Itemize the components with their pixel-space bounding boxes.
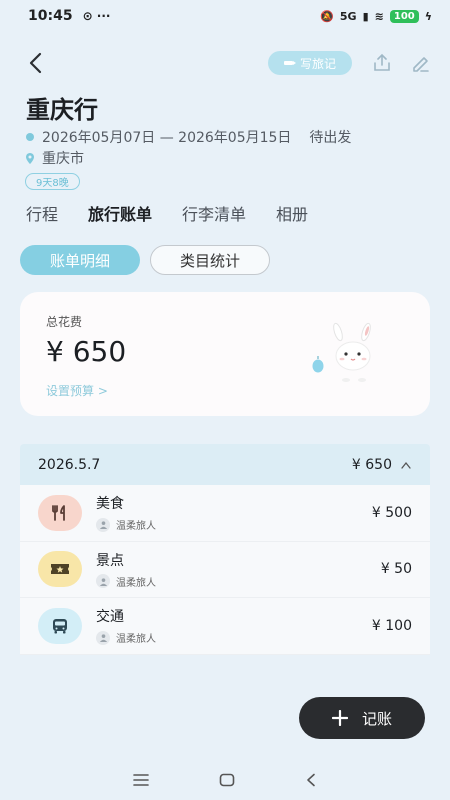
top-bar: 写旅记 xyxy=(0,45,450,81)
bill-entry[interactable]: 美食 温柔旅人 ¥ 500 xyxy=(20,485,430,542)
day-header[interactable]: 2026.5.7 ¥ 650 xyxy=(20,444,430,485)
edit-button[interactable] xyxy=(409,52,431,74)
back-button[interactable] xyxy=(22,49,50,77)
entry-category: 美食 xyxy=(96,496,124,513)
charging-icon: ϟ xyxy=(424,9,432,23)
trip-city-row: 重庆市 xyxy=(26,148,84,168)
tab-bill[interactable]: 旅行账单 xyxy=(88,201,152,225)
set-budget-link[interactable]: 设置预算 > xyxy=(46,382,108,399)
day-date: 2026.5.7 xyxy=(38,456,101,473)
bill-entry[interactable]: 景点 温柔旅人 ¥ 50 xyxy=(20,541,430,598)
add-bill-label: 记账 xyxy=(361,709,392,728)
tab-album[interactable]: 相册 xyxy=(276,201,308,225)
wifi-icon: ≋ xyxy=(374,9,384,23)
entry-category: 景点 xyxy=(96,552,124,569)
user-avatar-icon xyxy=(96,574,110,589)
pencil-icon xyxy=(283,61,296,65)
menu-icon[interactable] xyxy=(133,773,149,787)
date-dot-icon xyxy=(26,133,34,141)
status-bar: 10:45 ⊙ ··· 🔕 5G ▮ ≋ 100 ϟ xyxy=(0,0,450,32)
entry-user-row: 温柔旅人 xyxy=(96,517,156,532)
entry-user-row: 温柔旅人 xyxy=(96,574,156,589)
ticket-icon xyxy=(38,551,82,588)
plus-icon xyxy=(331,710,348,726)
system-nav-bar xyxy=(0,760,450,800)
network-label: 5G xyxy=(339,9,357,23)
share-button[interactable] xyxy=(371,52,393,74)
share-icon xyxy=(374,53,390,71)
entry-category: 交通 xyxy=(96,609,124,626)
add-bill-button[interactable]: 记账 xyxy=(299,697,425,739)
entry-amount: ¥ 50 xyxy=(380,561,412,578)
chevron-left-icon xyxy=(29,52,42,74)
subtab-category-stats[interactable]: 类目统计 xyxy=(150,245,270,275)
trip-status: 待出发 xyxy=(309,130,352,146)
status-time: 10:45 xyxy=(28,8,73,24)
trip-title: 重庆行 xyxy=(26,96,98,124)
trip-tabs: 行程 旅行账单 行李清单 相册 xyxy=(26,201,308,225)
entry-amount: ¥ 100 xyxy=(371,617,412,634)
day-bill-section: 2026.5.7 ¥ 650 美食 温柔旅人 ¥ 500 景点 温柔旅人 ¥ 5… xyxy=(20,444,430,655)
entry-amount: ¥ 500 xyxy=(371,504,412,521)
write-journal-label: 写旅记 xyxy=(299,56,336,71)
day-total: ¥ 650 xyxy=(351,456,392,473)
user-avatar-icon xyxy=(96,517,110,532)
write-journal-button[interactable]: 写旅记 xyxy=(268,51,352,75)
chevron-up-icon[interactable] xyxy=(400,461,412,469)
user-avatar-icon xyxy=(96,630,110,645)
utensils-icon xyxy=(38,494,82,531)
day-total-group: ¥ 650 xyxy=(352,457,412,473)
tab-itinerary[interactable]: 行程 xyxy=(26,201,58,225)
summary-card: 总花费 ¥ 650 设置预算 > xyxy=(20,292,430,416)
trip-city: 重庆市 xyxy=(42,151,84,167)
total-spend-label: 总花费 xyxy=(46,315,83,329)
entry-user: 温柔旅人 xyxy=(116,521,156,533)
entry-user: 温柔旅人 xyxy=(116,634,156,646)
entry-user: 温柔旅人 xyxy=(116,577,156,589)
battery-indicator: 100 xyxy=(389,9,419,23)
location-pin-icon xyxy=(26,152,34,164)
trip-date-row: 2026年05月07日 — 2026年05月15日 待出发 xyxy=(26,127,351,147)
bunny-mascot-icon xyxy=(312,322,371,382)
trip-dates: 2026年05月07日 — 2026年05月15日 xyxy=(42,130,292,146)
duration-badge: 9天8晚 xyxy=(25,173,80,190)
subtab-details[interactable]: 账单明细 xyxy=(20,245,140,275)
home-icon[interactable] xyxy=(219,773,235,787)
total-spend-value: ¥ 650 xyxy=(46,335,127,368)
back-nav-icon[interactable] xyxy=(305,773,317,787)
bill-entry[interactable]: 交通 温柔旅人 ¥ 100 xyxy=(20,598,430,655)
entry-user-row: 温柔旅人 xyxy=(96,630,156,645)
mute-icon: 🔕 xyxy=(320,9,334,23)
bus-icon xyxy=(38,607,82,644)
bill-subtabs: 账单明细 类目统计 xyxy=(20,245,270,275)
status-extra: ⊙ ··· xyxy=(82,9,111,23)
tab-packing-list[interactable]: 行李清单 xyxy=(182,201,246,225)
edit-icon xyxy=(413,57,429,72)
signal-icon: ▮ xyxy=(362,9,369,23)
